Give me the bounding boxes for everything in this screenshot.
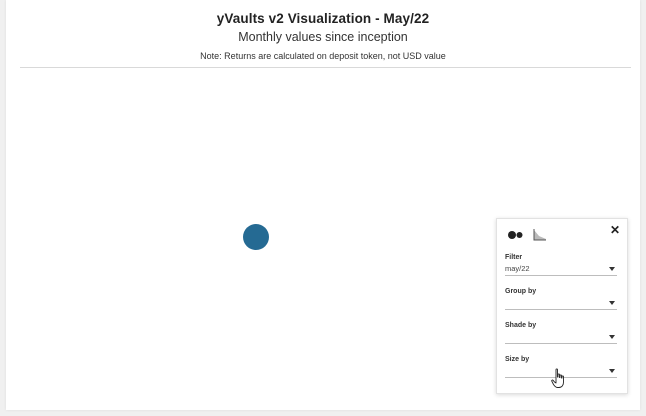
chevron-down-icon	[609, 267, 615, 271]
group-by-select[interactable]	[505, 297, 617, 310]
filter-value: may/22	[505, 264, 530, 273]
filter-field: Filter may/22	[505, 253, 617, 276]
page-title: yVaults v2 Visualization - May/22	[216, 11, 430, 26]
chevron-down-icon	[609, 335, 615, 339]
filter-label: Filter	[505, 254, 523, 261]
hand-cursor-icon	[551, 368, 564, 388]
bubbles-mode-icon[interactable]	[507, 229, 525, 241]
area-mode-icon[interactable]	[533, 228, 547, 241]
shade-by-label: Shade by	[505, 322, 537, 329]
close-icon[interactable]: ✕	[609, 223, 621, 237]
vault-bubble[interactable]	[243, 224, 269, 250]
shade-by-select[interactable]	[505, 331, 617, 344]
header-divider	[20, 67, 631, 68]
chevron-down-icon	[609, 369, 615, 373]
returns-note: Note: Returns are calculated on deposit …	[200, 51, 446, 61]
filter-select[interactable]: may/22	[505, 263, 617, 276]
visualization-frame: yVaults v2 Visualization - May/22 Monthl…	[6, 0, 640, 410]
group-by-field: Group by	[505, 287, 617, 310]
page-subtitle: Monthly values since inception	[238, 30, 408, 44]
chevron-down-icon	[609, 301, 615, 305]
size-by-label: Size by	[505, 356, 530, 363]
group-by-label: Group by	[505, 288, 537, 295]
shade-by-field: Shade by	[505, 321, 617, 344]
